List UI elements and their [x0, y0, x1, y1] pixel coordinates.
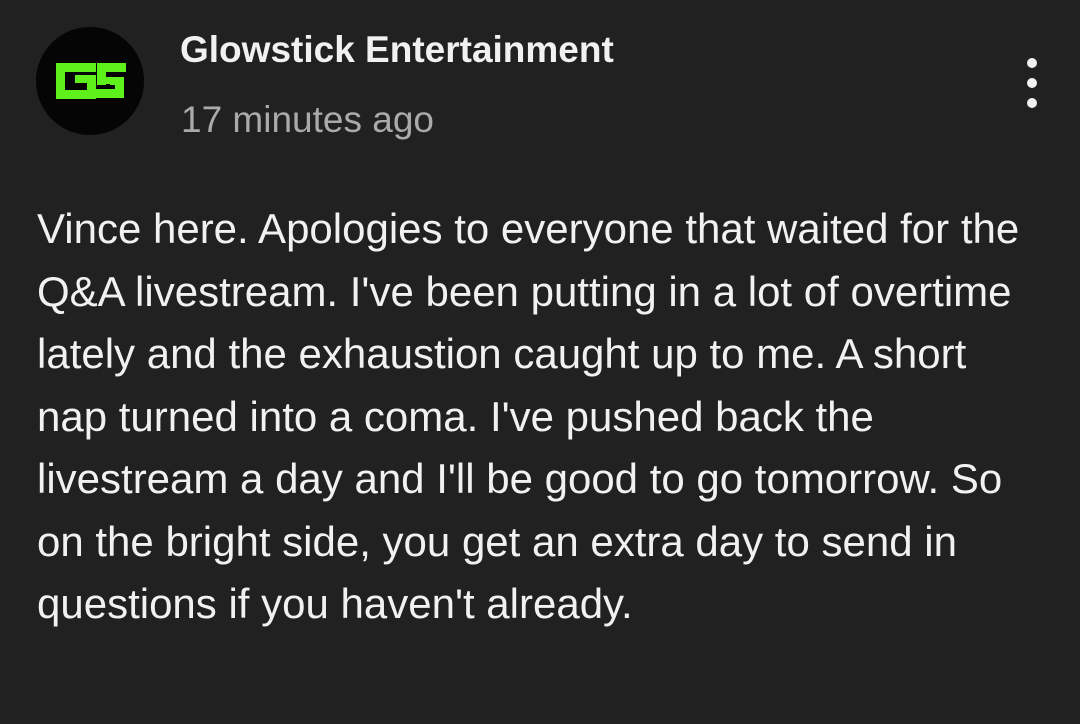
community-post: Glowstick Entertainment 17 minutes ago V… — [0, 0, 1080, 724]
more-vert-icon — [1027, 58, 1037, 108]
glowstick-logo-icon — [36, 27, 144, 135]
channel-name[interactable]: Glowstick Entertainment — [180, 28, 614, 72]
more-options-button[interactable] — [1004, 53, 1060, 113]
channel-avatar[interactable] — [36, 27, 144, 135]
post-body-text: Vince here. Apologies to everyone that w… — [37, 205, 1020, 627]
post-timestamp: 17 minutes ago — [181, 99, 435, 140]
